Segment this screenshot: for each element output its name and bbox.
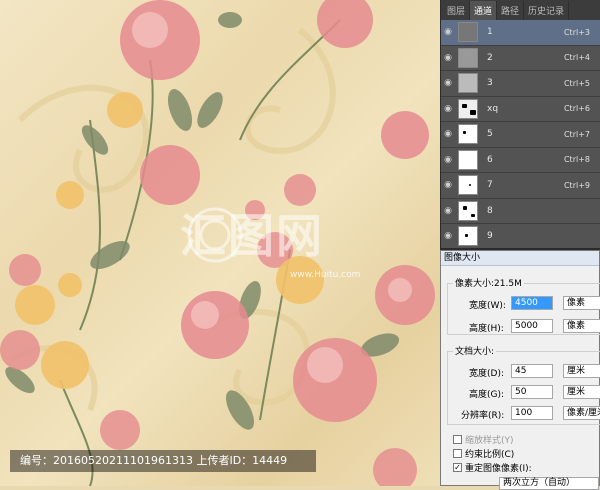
channel-thumbnail (458, 98, 478, 119)
doc-width-input[interactable]: 45 (511, 364, 553, 378)
pixel-size-label: 像素大小:21.5M (453, 276, 524, 289)
width-input[interactable]: 4500 (511, 296, 553, 310)
channel-thumbnail (458, 175, 478, 196)
watermark-url: www.Huitu.com (290, 270, 361, 280)
visibility-icon[interactable]: ◉ (441, 104, 455, 114)
channel-name: 8 (487, 205, 493, 216)
channel-thumbnail (458, 47, 478, 68)
channel-name: 3 (487, 78, 493, 89)
resample-label: 重定图像像素(I): (465, 464, 532, 474)
channel-row[interactable]: ◉ 3 Ctrl+5 (441, 71, 600, 97)
channel-shortcut: Ctrl+9 (563, 180, 590, 190)
resample-method-select[interactable]: 两次立方（自动） (499, 477, 599, 490)
constrain-label: 约束比例(C) (465, 450, 515, 460)
doc-width-unit-select[interactable]: 厘米 (563, 364, 600, 378)
image-canvas: 汇图网 www.Huitu.com 编号：2016052021110196131… (0, 0, 440, 486)
doc-height-unit-select[interactable]: 厘米 (563, 385, 600, 399)
channel-thumbnail (458, 226, 478, 247)
width-unit-select[interactable]: 像素 (563, 296, 600, 310)
checkbox-box (453, 435, 462, 444)
doc-height-label: 高度(G): (469, 390, 505, 400)
constrain-checkbox[interactable]: 约束比例(C) (453, 447, 514, 460)
watermark-text: 汇图网 (180, 209, 324, 263)
visibility-icon[interactable]: ◉ (441, 180, 455, 190)
channel-shortcut: Ctrl+4 (563, 53, 590, 63)
panel-tabs: 图层 通道 路径 历史记录 (441, 0, 600, 20)
visibility-icon[interactable]: ◉ (441, 231, 455, 241)
resample-checkbox[interactable]: ✓ 重定图像像素(I): (453, 461, 532, 474)
scale-styles-checkbox[interactable]: 缩放样式(Y) (453, 433, 514, 446)
visibility-icon[interactable]: ◉ (441, 206, 455, 216)
tab-paths[interactable]: 路径 (497, 1, 525, 20)
visibility-icon[interactable]: ◉ (441, 78, 455, 88)
channel-name: 1 (487, 27, 493, 38)
channel-row[interactable]: ◉ 7 Ctrl+9 (441, 173, 600, 199)
channel-thumbnail (458, 22, 478, 43)
tab-channels[interactable]: 通道 (470, 1, 498, 20)
channel-name: xq (487, 103, 499, 114)
scale-styles-label: 缩放样式(Y) (465, 436, 514, 446)
image-size-dialog: 图像大小 像素大小:21.5M 宽度(W): 4500 像素 高度(H): 50… (440, 250, 600, 490)
channel-shortcut: Ctrl+8 (563, 155, 590, 165)
dialog-title: 图像大小 (441, 251, 599, 266)
doc-size-label: 文档大小: (453, 344, 497, 357)
channel-row[interactable]: ◉ 6 Ctrl+8 (441, 148, 600, 173)
channel-name: 2 (487, 52, 493, 63)
caption-bar: 编号：20160520211101961313 上传者ID：14449 (10, 450, 316, 472)
height-unit-select[interactable]: 像素 (563, 319, 600, 333)
channel-row[interactable]: ◉ 8 (441, 199, 600, 224)
width-label: 宽度(W): (469, 301, 506, 311)
channel-name: 7 (487, 180, 493, 191)
channel-thumbnail (458, 73, 478, 94)
resolution-unit-select[interactable]: 像素/厘米 (563, 406, 600, 420)
checkbox-box (453, 449, 462, 458)
doc-width-label: 宽度(D): (469, 369, 504, 379)
channel-shortcut: Ctrl+5 (563, 78, 590, 88)
resolution-input[interactable]: 100 (511, 406, 553, 420)
channel-row[interactable]: ◉ xq Ctrl+6 (441, 97, 600, 122)
channel-thumbnail (458, 124, 478, 145)
channel-shortcut: Ctrl+6 (563, 104, 590, 114)
visibility-icon[interactable]: ◉ (441, 27, 455, 37)
tab-layers[interactable]: 图层 (443, 1, 471, 20)
channel-row[interactable]: ◉ 9 (441, 224, 600, 250)
visibility-icon[interactable]: ◉ (441, 155, 455, 165)
channel-shortcut: Ctrl+3 (563, 27, 590, 37)
height-label: 高度(H): (469, 324, 504, 334)
channel-name: 6 (487, 154, 493, 165)
check-icon: ✓ (453, 463, 462, 472)
tab-history[interactable]: 历史记录 (524, 1, 570, 20)
channel-shortcut: Ctrl+7 (563, 129, 590, 139)
doc-height-input[interactable]: 50 (511, 385, 553, 399)
channels-panel: 图层 通道 路径 历史记录 ◉ 1 Ctrl+3 ◉ 2 Ctrl+4 ◉ 3 … (440, 0, 600, 250)
channel-name: 9 (487, 231, 493, 242)
visibility-icon[interactable]: ◉ (441, 53, 455, 63)
channel-thumbnail (458, 149, 478, 170)
channel-name: 5 (487, 129, 493, 140)
channel-row[interactable]: ◉ 2 Ctrl+4 (441, 46, 600, 71)
resolution-label: 分辨率(R): (461, 411, 505, 421)
channel-thumbnail (458, 200, 478, 221)
height-input[interactable]: 5000 (511, 319, 553, 333)
visibility-icon[interactable]: ◉ (441, 129, 455, 139)
channel-row[interactable]: ◉ 5 Ctrl+7 (441, 122, 600, 148)
channel-row[interactable]: ◉ 1 Ctrl+3 (441, 20, 600, 46)
